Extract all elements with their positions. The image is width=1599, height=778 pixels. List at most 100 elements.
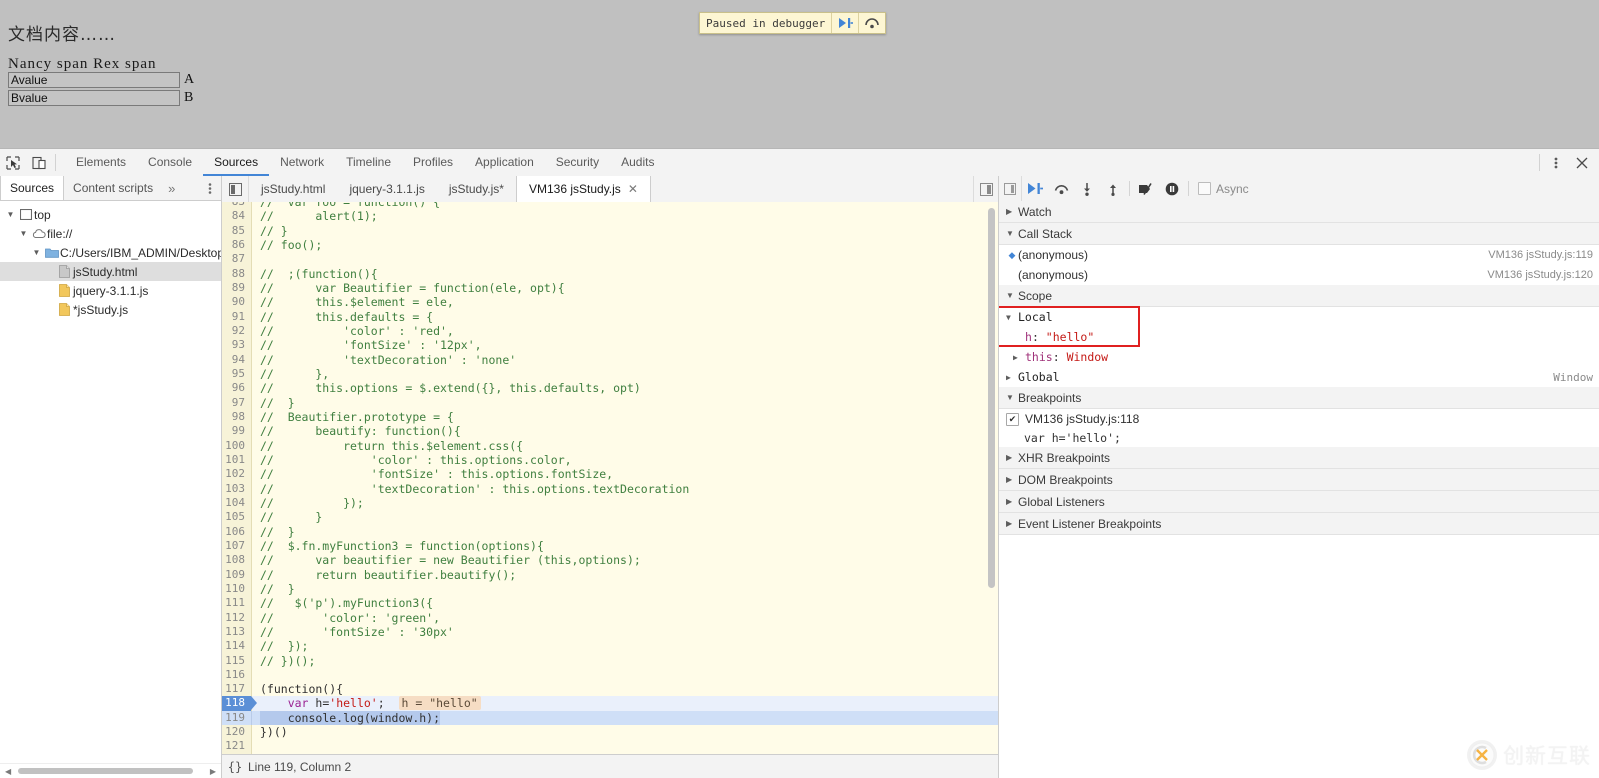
editor-tab-vm136-jsstudy-js[interactable]: VM136 jsStudy.js ✕ <box>515 176 651 202</box>
line-number[interactable]: 112 <box>222 610 252 625</box>
line-number[interactable]: 108 <box>222 553 252 568</box>
step-over-icon[interactable] <box>1048 176 1074 201</box>
section-xhr-breakpoints[interactable]: ▶ XHR Breakpoints <box>999 447 1599 469</box>
line-number[interactable]: 107 <box>222 538 252 554</box>
code-line[interactable]: 96 // this.options = $.extend({}, this.de… <box>222 381 998 396</box>
code-line[interactable]: 99 // beautify: function(){ <box>222 424 998 439</box>
line-number[interactable]: 109 <box>222 567 252 582</box>
line-number[interactable]: 97 <box>222 395 252 410</box>
line-number[interactable]: 113 <box>222 624 252 640</box>
line-number[interactable]: 117 <box>222 682 252 697</box>
line-number[interactable]: 100 <box>222 438 252 453</box>
code-line[interactable]: 88 // ;(function(){ <box>222 266 998 281</box>
code-line[interactable]: 83 // var foo = function() { <box>222 202 998 210</box>
code-line[interactable]: 112 // 'color': 'green', <box>222 610 998 625</box>
code-line[interactable]: 90 // this.$element = ele, <box>222 295 998 310</box>
tab-elements[interactable]: Elements <box>65 149 137 176</box>
deactivate-breakpoints-icon[interactable] <box>1133 176 1159 201</box>
code-line[interactable]: 110 // } <box>222 581 998 597</box>
code-line[interactable]: 89 // var Beautifier = function(ele, opt)… <box>222 280 998 296</box>
tree-node-file-origin[interactable]: ▼ file:// <box>0 224 221 243</box>
line-number[interactable]: 104 <box>222 495 252 511</box>
code-line[interactable]: 93 // 'fontSize' : '12px', <box>222 338 998 353</box>
line-number[interactable]: 92 <box>222 323 252 339</box>
call-stack-frame[interactable]: (anonymous) VM136 jsStudy.js:120 <box>999 265 1599 285</box>
code-line[interactable]: 102 // 'fontSize' : this.options.fontSize… <box>222 467 998 482</box>
code-editor[interactable]: 83 // var foo = function() {84 // alert(1)… <box>222 202 998 755</box>
line-number[interactable]: 105 <box>222 510 252 525</box>
scope-property-h[interactable]: h : "hello" <box>999 327 1599 347</box>
code-line[interactable]: 95 // }, <box>222 366 998 382</box>
line-number[interactable]: 93 <box>222 338 252 353</box>
breakpoint-item[interactable]: ✔ VM136 jsStudy.js:118 <box>999 409 1599 429</box>
call-stack-frame[interactable]: ◆ (anonymous) VM136 jsStudy.js:119 <box>999 245 1599 265</box>
code-line[interactable]: 107 // $.fn.myFunction3 = function(option… <box>222 538 998 554</box>
code-line[interactable]: 105 // } <box>222 510 998 525</box>
tab-timeline[interactable]: Timeline <box>335 149 402 176</box>
close-icon[interactable]: ✕ <box>628 182 638 196</box>
code-line[interactable]: 85 // } <box>222 223 998 238</box>
line-number[interactable]: 91 <box>222 309 252 324</box>
scope-local[interactable]: ▼ Local <box>999 307 1599 327</box>
section-global-listeners[interactable]: ▶ Global Listeners <box>999 491 1599 513</box>
tab-console[interactable]: Console <box>137 149 203 176</box>
code-line[interactable]: 117 (function(){ <box>222 682 998 697</box>
step-over-icon[interactable] <box>859 13 885 33</box>
code-line[interactable]: 103 // 'textDecoration' : this.options.te… <box>222 481 998 496</box>
editor-tab-jsstudy-js[interactable]: jsStudy.js* <box>437 176 516 202</box>
line-number[interactable]: 103 <box>222 481 252 496</box>
input-field-a[interactable] <box>8 72 180 88</box>
device-toolbar-icon[interactable] <box>26 149 52 176</box>
step-into-icon[interactable] <box>1074 176 1100 201</box>
navigator-tab-content-scripts[interactable]: Content scripts <box>64 176 162 200</box>
line-number[interactable]: 98 <box>222 409 252 425</box>
line-number[interactable]: 118 <box>222 696 257 711</box>
section-event-listener-breakpoints[interactable]: ▶ Event Listener Breakpoints <box>999 513 1599 535</box>
collapse-panel-icon[interactable] <box>999 176 1022 201</box>
checkbox-icon[interactable] <box>1198 182 1211 195</box>
code-line[interactable]: 109 // return beautifier.beautify(); <box>222 567 998 582</box>
tab-profiles[interactable]: Profiles <box>402 149 464 176</box>
line-number[interactable]: 83 <box>222 202 252 210</box>
input-field-b[interactable] <box>8 90 180 106</box>
code-line[interactable]: 94 // 'textDecoration' : 'none' <box>222 352 998 367</box>
expand-panel-icon[interactable] <box>973 176 998 202</box>
code-line[interactable]: 91 // this.defaults = { <box>222 309 998 324</box>
section-dom-breakpoints[interactable]: ▶ DOM Breakpoints <box>999 469 1599 491</box>
tab-sources[interactable]: Sources <box>203 149 270 176</box>
line-number[interactable]: 88 <box>222 266 252 281</box>
line-number[interactable]: 95 <box>222 366 252 382</box>
code-line-executing[interactable]: 119 console.log(window.h); <box>222 710 998 726</box>
close-icon[interactable] <box>1569 149 1595 176</box>
line-number[interactable]: 110 <box>222 581 252 597</box>
line-number[interactable]: 111 <box>222 596 252 611</box>
tree-node-top[interactable]: ▼ top <box>0 205 221 224</box>
code-line[interactable]: 115 // })(); <box>222 653 998 668</box>
code-line[interactable]: 116 <box>222 667 998 683</box>
navigator-tab-sources[interactable]: Sources <box>0 176 65 200</box>
editor-tab-jsstudy-html[interactable]: jsStudy.html <box>249 176 337 202</box>
code-line[interactable]: 120})() <box>222 725 998 740</box>
line-number[interactable]: 115 <box>222 653 252 668</box>
line-number[interactable]: 101 <box>222 452 252 468</box>
line-number[interactable]: 90 <box>222 295 252 310</box>
line-number[interactable]: 86 <box>222 237 252 253</box>
line-number[interactable]: 119 <box>222 710 252 726</box>
line-number[interactable]: 87 <box>222 252 252 267</box>
navigator-horizontal-scrollbar[interactable]: ◀ ▶ <box>0 763 221 778</box>
collapse-sidebar-icon[interactable] <box>222 176 249 202</box>
scope-property-this[interactable]: ▶ this : Window <box>999 347 1599 367</box>
line-number[interactable]: 116 <box>222 667 252 683</box>
scroll-right-icon[interactable]: ▶ <box>210 767 216 776</box>
code-line[interactable]: 101 // 'color' : this.options.color, <box>222 452 998 468</box>
step-out-icon[interactable] <box>1100 176 1126 201</box>
section-scope[interactable]: ▼ Scope <box>999 285 1599 307</box>
line-number[interactable]: 89 <box>222 280 252 296</box>
tab-security[interactable]: Security <box>545 149 610 176</box>
editor-vertical-scrollbar[interactable] <box>988 208 995 588</box>
line-number[interactable]: 99 <box>222 424 252 439</box>
code-line[interactable]: 108 // var beautifier = new Beautifier (t… <box>222 553 998 568</box>
tree-node-jsstudy-html[interactable]: jsStudy.html <box>0 262 221 281</box>
line-number[interactable]: 84 <box>222 209 252 224</box>
scrollbar-thumb[interactable] <box>18 768 193 774</box>
